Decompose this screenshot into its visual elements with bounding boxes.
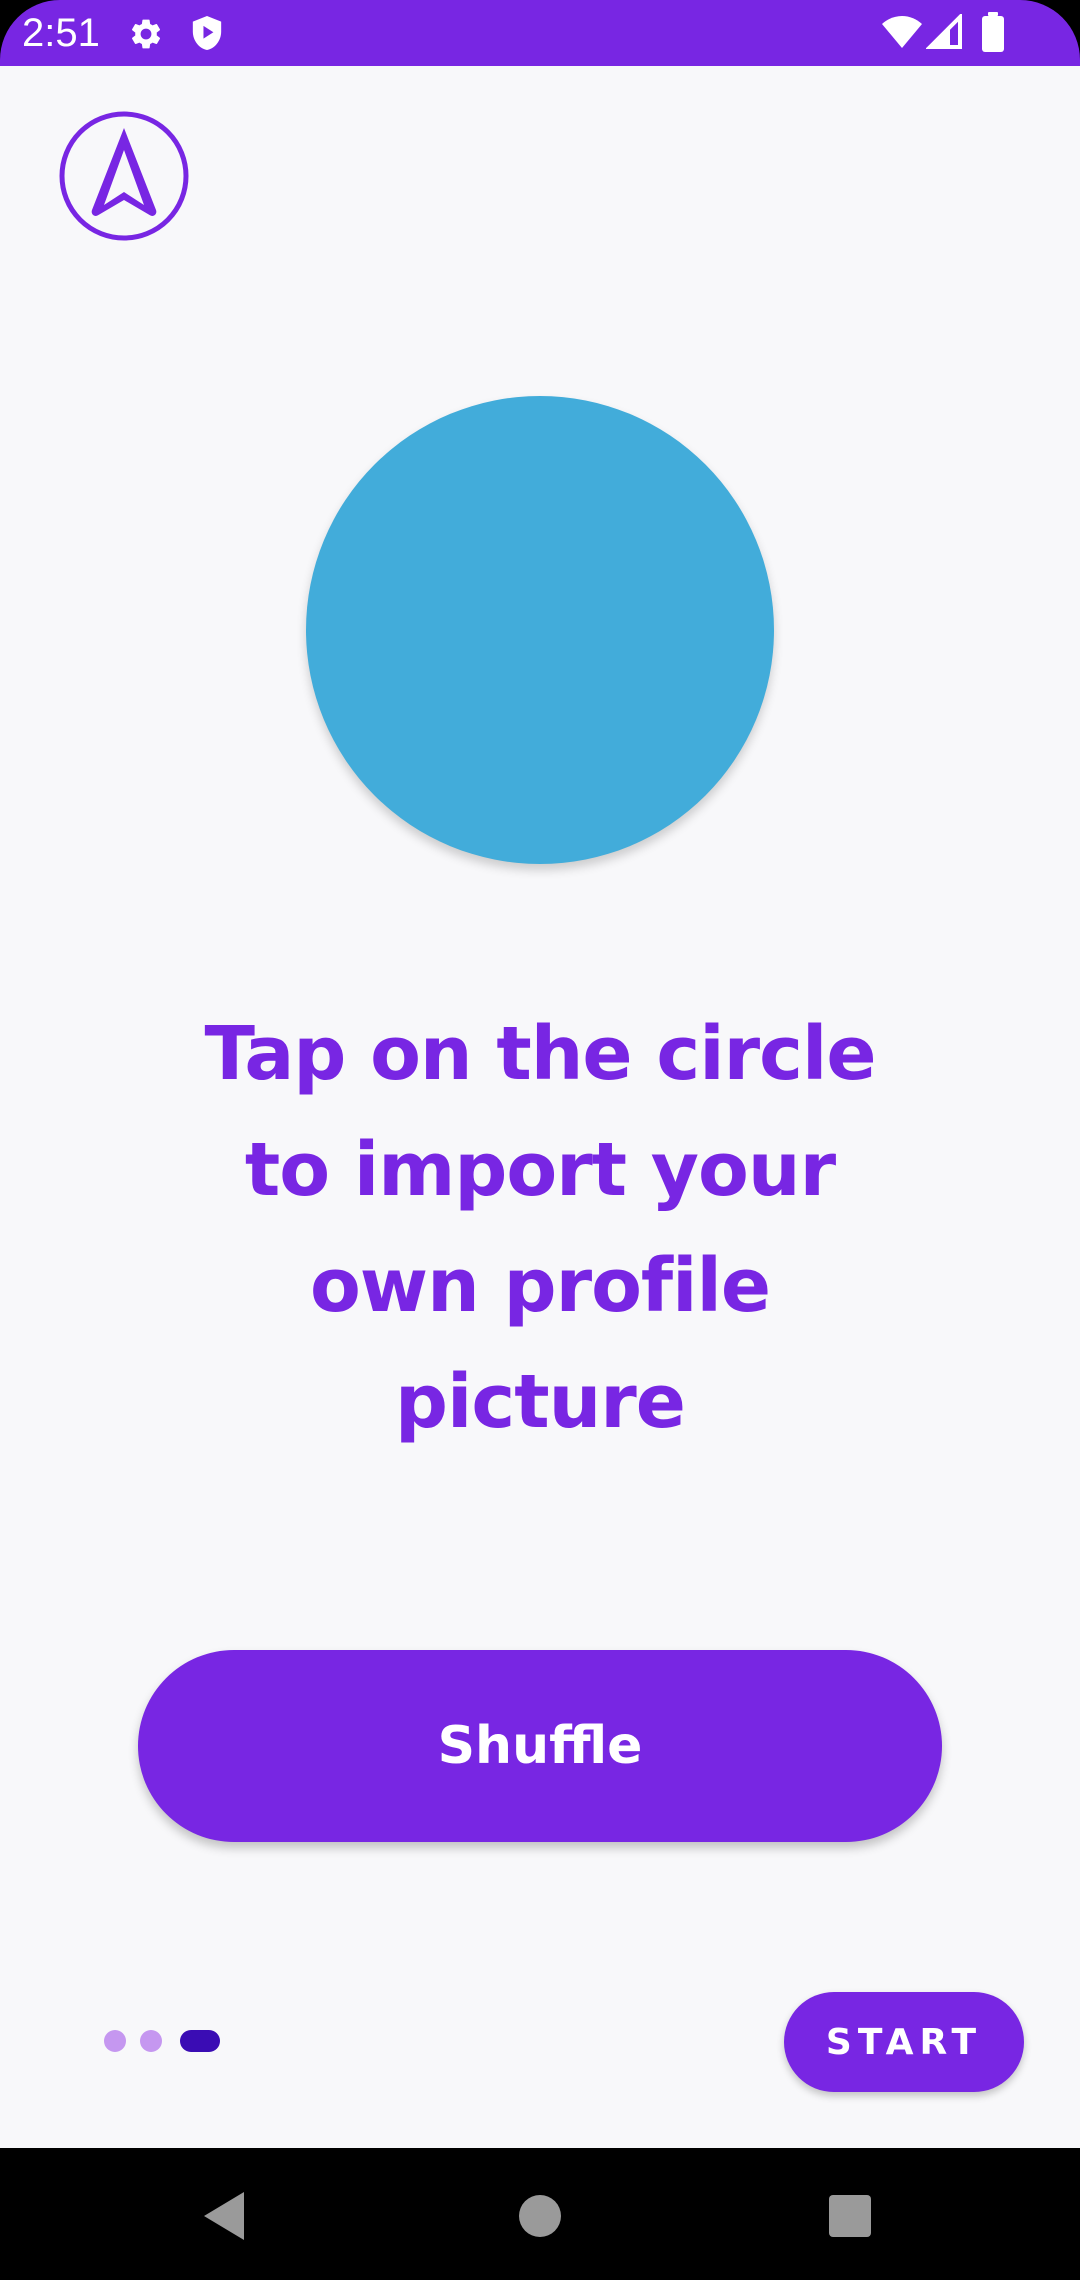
settings-icon [132,19,161,49]
profile-picture-circle[interactable] [306,396,774,864]
onboarding-screen: Tap on the circle to import your own pro… [0,66,1080,2148]
recents-icon[interactable] [820,2186,880,2246]
home-icon[interactable] [510,2186,570,2246]
back-icon[interactable] [196,2186,256,2246]
cell-signal-icon [926,14,962,49]
page-dot-3-active [180,2030,220,2052]
instruction-text: Tap on the circle to import your own pro… [140,996,940,1460]
navigation-arrow-logo-icon [59,111,189,241]
shuffle-button[interactable]: Shuffle [138,1650,942,1842]
shield-play-icon [192,16,222,50]
system-navigation-bar [0,2148,1080,2280]
page-dot-1 [104,2030,126,2052]
start-button[interactable]: START [784,1992,1024,2092]
wifi-icon [882,16,922,48]
status-time: 2:51 [22,11,100,55]
instruction-line: picture [395,1359,686,1445]
instruction-line: to import your [244,1127,836,1213]
battery-icon [982,12,1004,52]
status-bar: 2:51 [0,0,1080,66]
instruction-line: own profile [309,1243,771,1329]
instruction-line: Tap on the circle [204,1011,876,1097]
page-dot-2 [140,2030,162,2052]
